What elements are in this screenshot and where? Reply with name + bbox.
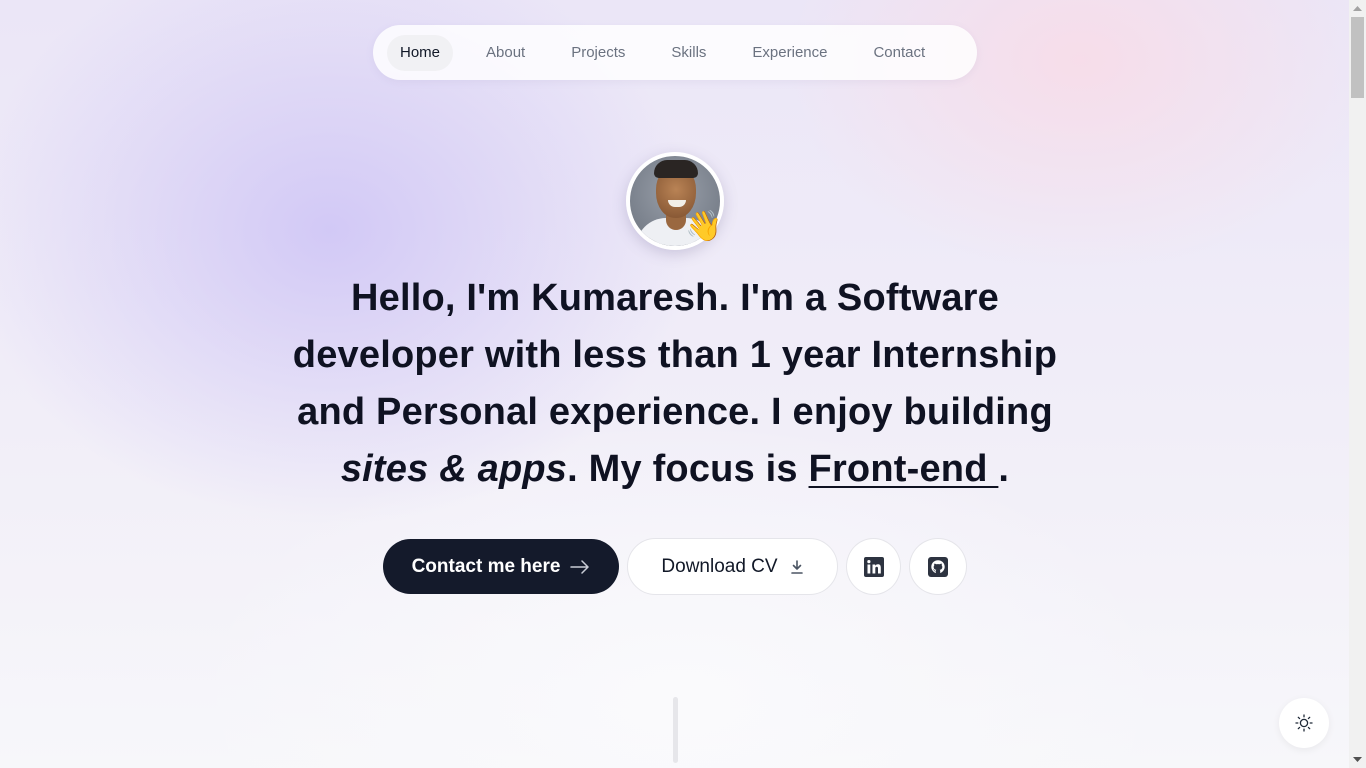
- experience-duration: less than 1 year: [572, 334, 861, 376]
- github-icon: [928, 556, 948, 577]
- scroll-indicator: [673, 697, 678, 763]
- github-button[interactable]: [909, 538, 967, 595]
- linkedin-icon: [863, 556, 884, 577]
- hero-headline: Hello, I'm Kumaresh. I'm a Software deve…: [292, 277, 1058, 490]
- main-nav: Home About Projects Skills Experience Co…: [373, 25, 977, 80]
- focus-area: Front-end: [808, 448, 999, 490]
- contact-me-label: Contact me here: [411, 555, 561, 577]
- download-cv-button[interactable]: Download CV: [627, 538, 838, 595]
- page-scrollbar[interactable]: [1349, 0, 1366, 768]
- greeting: Hello, I'm Kumaresh.: [350, 277, 730, 319]
- nav-item-skills[interactable]: Skills: [658, 35, 719, 71]
- download-cv-label: Download CV: [661, 555, 778, 577]
- download-icon: [790, 559, 803, 574]
- scrollbar-thumb[interactable]: [1351, 17, 1364, 98]
- nav-item-projects[interactable]: Projects: [558, 35, 638, 71]
- nav-item-contact[interactable]: Contact: [860, 35, 938, 71]
- build-focus: sites & apps: [340, 448, 568, 490]
- scroll-down-arrow-icon[interactable]: [1349, 751, 1366, 768]
- linkedin-button[interactable]: [846, 538, 901, 595]
- sun-icon: [1295, 714, 1313, 732]
- contact-me-button[interactable]: Contact me here: [383, 539, 619, 594]
- nav-item-experience[interactable]: Experience: [739, 35, 840, 71]
- nav-item-home[interactable]: Home: [387, 34, 454, 71]
- arrow-right-icon: [570, 559, 590, 574]
- waving-hand-icon: 👋: [685, 210, 723, 243]
- scroll-up-arrow-icon[interactable]: [1349, 0, 1366, 17]
- nav-item-about[interactable]: About: [473, 35, 538, 71]
- theme-toggle-button[interactable]: [1279, 698, 1329, 748]
